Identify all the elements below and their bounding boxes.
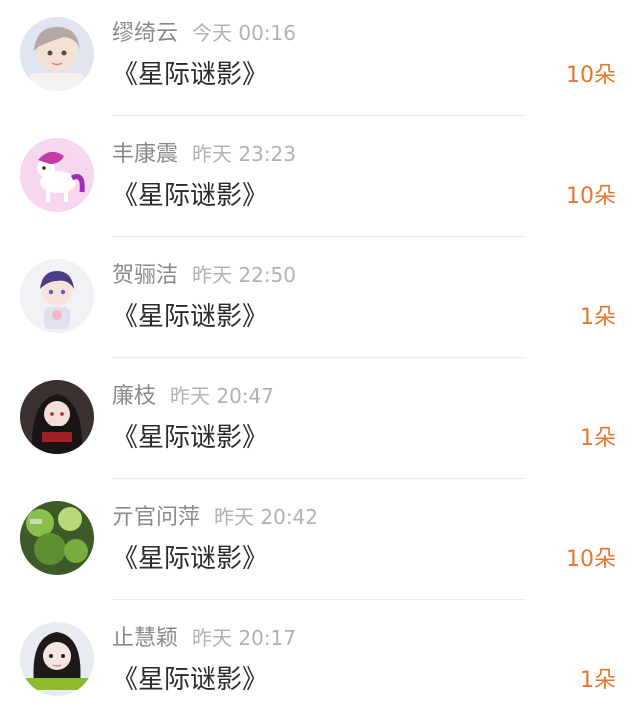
user-name: 贺骊洁 <box>112 263 179 288</box>
timestamp: 今天 00:16 <box>192 21 297 45</box>
divider <box>112 599 526 600</box>
timestamp: 昨天 20:17 <box>192 626 297 650</box>
item-meta: 廉枝 昨天 20:47 <box>112 379 274 413</box>
list-item[interactable]: 丰康震 昨天 23:23 《星际谜影》 10朵 <box>0 121 640 242</box>
list-item[interactable]: 止慧颖 昨天 20:17 《星际谜影》 1朵 <box>0 605 640 726</box>
user-name: 亓官问萍 <box>112 505 201 530</box>
user-name: 缪绮云 <box>112 21 179 46</box>
gift-amount: 10朵 <box>566 63 616 88</box>
list-item[interactable]: 廉枝 昨天 20:47 《星际谜影》 1朵 <box>0 363 640 484</box>
item-meta: 丰康震 昨天 23:23 <box>112 137 296 171</box>
user-name: 止慧颖 <box>112 626 179 651</box>
divider <box>112 357 526 358</box>
avatar-girl-light-hair-icon <box>20 17 94 91</box>
timestamp: 昨天 20:42 <box>214 505 319 529</box>
book-title: 《星际谜影》 <box>112 60 269 90</box>
divider <box>112 478 526 479</box>
book-title: 《星际谜影》 <box>112 181 269 211</box>
book-title: 《星际谜影》 <box>112 544 269 574</box>
divider <box>112 236 526 237</box>
avatar-dark-anime-girl-icon <box>20 380 94 454</box>
avatar-anime-boy-icon <box>20 259 94 333</box>
book-title: 《星际谜影》 <box>112 423 269 453</box>
list-item[interactable]: 贺骊洁 昨天 22:50 《星际谜影》 1朵 <box>0 242 640 363</box>
avatar[interactable] <box>20 17 94 91</box>
timestamp: 昨天 23:23 <box>192 142 297 166</box>
user-name: 丰康震 <box>112 142 179 167</box>
timestamp: 昨天 20:47 <box>170 384 275 408</box>
avatar[interactable] <box>20 138 94 212</box>
avatar-pink-pony-icon <box>20 138 94 212</box>
list-item[interactable]: 亓官问萍 昨天 20:42 《星际谜影》 10朵 <box>0 484 640 605</box>
list-item[interactable]: 缪绮云 今天 00:16 《星际谜影》 10朵 <box>0 0 640 121</box>
user-name: 廉枝 <box>112 384 157 409</box>
divider <box>112 115 526 116</box>
item-meta: 亓官问萍 昨天 20:42 <box>112 500 318 534</box>
gift-amount: 10朵 <box>566 547 616 572</box>
book-title: 《星际谜影》 <box>112 302 269 332</box>
avatar[interactable] <box>20 259 94 333</box>
gift-amount: 1朵 <box>580 305 616 330</box>
timestamp: 昨天 22:50 <box>192 263 297 287</box>
gift-record-list: 缪绮云 今天 00:16 《星际谜影》 10朵 丰康震 昨天 23:23 《星际谜影… <box>0 0 640 723</box>
avatar-green-plants-icon <box>20 501 94 575</box>
avatar-girl-dark-hair-icon <box>20 622 94 696</box>
item-meta: 缪绮云 今天 00:16 <box>112 16 296 50</box>
item-meta: 止慧颖 昨天 20:17 <box>112 621 296 655</box>
avatar[interactable] <box>20 622 94 696</box>
gift-amount: 10朵 <box>566 184 616 209</box>
avatar[interactable] <box>20 501 94 575</box>
gift-amount: 1朵 <box>580 426 616 451</box>
item-meta: 贺骊洁 昨天 22:50 <box>112 258 296 292</box>
avatar[interactable] <box>20 380 94 454</box>
book-title: 《星际谜影》 <box>112 665 269 695</box>
gift-amount: 1朵 <box>580 668 616 693</box>
